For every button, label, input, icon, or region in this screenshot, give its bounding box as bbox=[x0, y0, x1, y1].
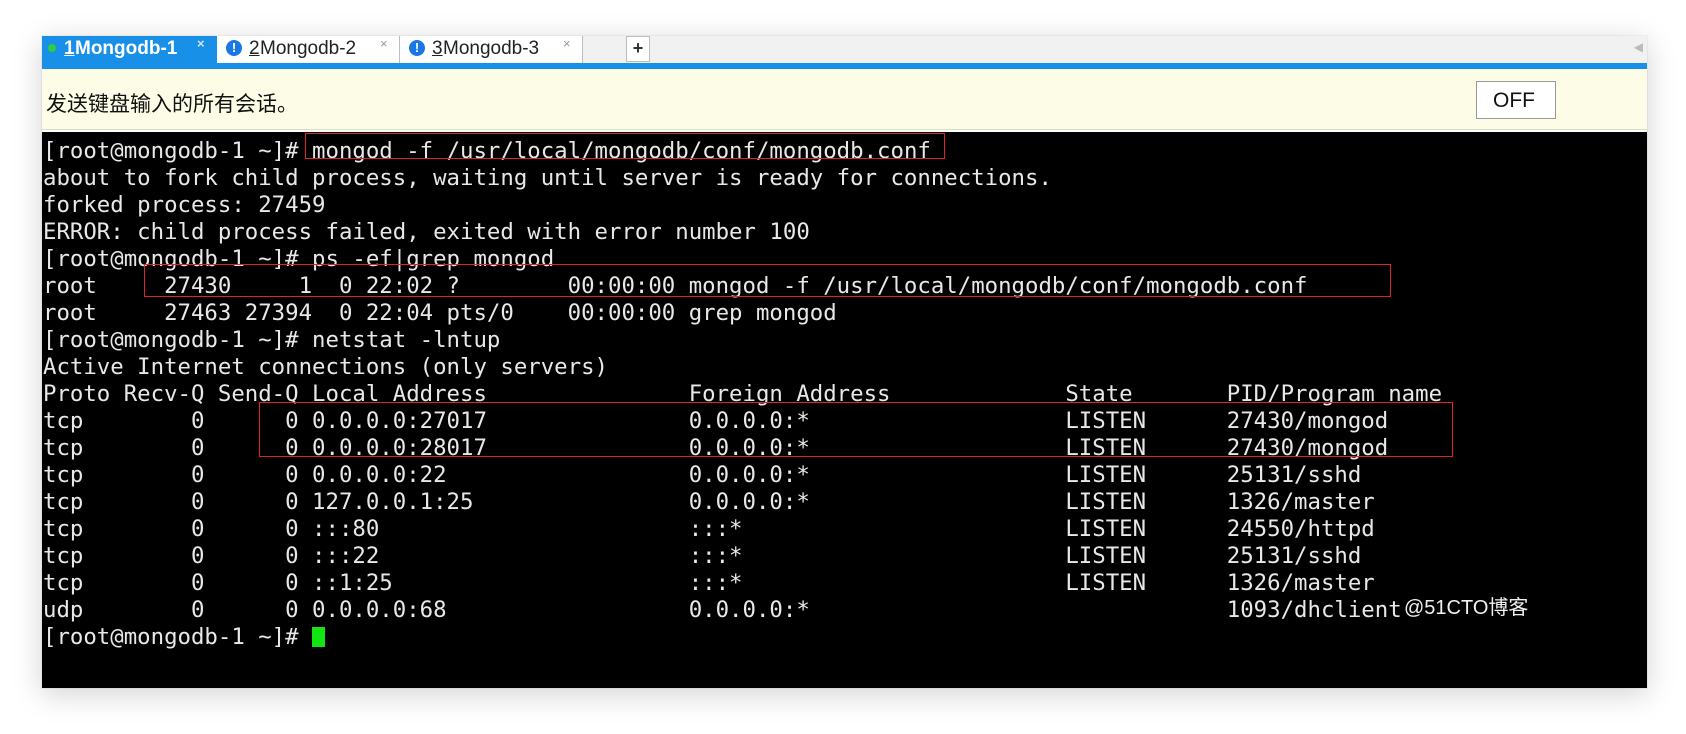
terminal-line: tcp 0 0 0.0.0.0:22 0.0.0.0:* LISTEN 2513… bbox=[43, 462, 1361, 489]
terminal-text: tcp 0 0 :::80 :::* LISTEN 24550/httpd bbox=[43, 516, 1375, 542]
terminal-text: [root@mongodb-1 ~]# bbox=[43, 138, 313, 164]
terminal-text: Active Internet connections (only server… bbox=[43, 354, 608, 380]
terminal-output[interactable]: [root@mongodb-1 ~]# mongod -f /usr/local… bbox=[42, 132, 1647, 688]
terminal-line: about to fork child process, waiting unt… bbox=[43, 165, 1052, 192]
terminal-cursor bbox=[312, 627, 326, 647]
tab-number: 1 bbox=[64, 38, 75, 59]
new-tab-button[interactable]: + bbox=[626, 36, 650, 62]
tab-mongodb-2[interactable]: ! 2 Mongodb-2 × bbox=[217, 36, 400, 63]
tab-number: 3 bbox=[432, 38, 443, 59]
terminal-text: ERROR: child process failed, exited with… bbox=[43, 219, 810, 245]
terminal-text: root 27463 27394 0 22:04 pts/0 00:00:00 … bbox=[43, 300, 837, 326]
terminal-text: about to fork child process, waiting unt… bbox=[43, 165, 1052, 191]
terminal-text: tcp 0 0 0.0.0.0:22 0.0.0.0:* LISTEN 2513… bbox=[43, 462, 1362, 488]
warning-icon: ! bbox=[409, 40, 425, 56]
warning-icon: ! bbox=[226, 40, 242, 56]
tab-label: Mongodb-2 bbox=[260, 38, 357, 59]
scroll-left-icon[interactable]: ◀ bbox=[1634, 40, 1643, 54]
terminal-line: Active Internet connections (only server… bbox=[43, 354, 608, 381]
highlight-box bbox=[305, 133, 945, 159]
terminal-text: tcp 0 0 :::22 :::* LISTEN 25131/sshd bbox=[43, 543, 1362, 569]
send-to-all-sessions-message: 发送键盘输入的所有会话。 bbox=[46, 93, 298, 116]
terminal-line: ERROR: child process failed, exited with… bbox=[43, 219, 810, 246]
terminal-text: tcp 0 0 127.0.0.1:25 0.0.0.0:* LISTEN 13… bbox=[43, 489, 1375, 515]
tab-mongodb-3[interactable]: ! 3 Mongodb-3 × bbox=[400, 36, 583, 63]
highlight-box bbox=[144, 264, 1391, 297]
terminal-line: [root@mongodb-1 ~]# bbox=[43, 624, 326, 651]
terminal-text: udp 0 0 0.0.0.0:68 0.0.0.0:* 1093/dhclie… bbox=[43, 597, 1402, 623]
terminal-text: tcp 0 0 ::1:25 :::* LISTEN 1326/master bbox=[43, 570, 1375, 596]
highlight-box bbox=[259, 402, 1453, 457]
tab-label: Mongodb-3 bbox=[443, 38, 540, 59]
close-tab-icon[interactable]: × bbox=[380, 36, 388, 51]
terminal-line: root 27463 27394 0 22:04 pts/0 00:00:00 … bbox=[43, 300, 837, 327]
terminal-line: tcp 0 0 127.0.0.1:25 0.0.0.0:* LISTEN 13… bbox=[43, 489, 1375, 516]
terminal-text: [root@mongodb-1 ~]# netstat -lntup bbox=[43, 327, 501, 353]
close-tab-icon[interactable]: × bbox=[197, 36, 205, 51]
tab-number: 2 bbox=[249, 38, 260, 59]
tab-label: Mongodb-1 bbox=[75, 38, 178, 59]
terminal-line: tcp 0 0 :::80 :::* LISTEN 24550/httpd bbox=[43, 516, 1375, 543]
terminal-line: udp 0 0 0.0.0.0:68 0.0.0.0:* 1093/dhclie… bbox=[43, 597, 1402, 624]
connected-status-icon bbox=[48, 44, 56, 52]
send-to-all-sessions-bar: 发送键盘输入的所有会话。 OFF bbox=[42, 69, 1647, 130]
terminal-text: [root@mongodb-1 ~]# bbox=[43, 624, 313, 650]
tab-bar: 1 Mongodb-1 × ! 2 Mongodb-2 × ! 3 Mongod… bbox=[42, 36, 1647, 63]
terminal-line: tcp 0 0 :::22 :::* LISTEN 25131/sshd bbox=[43, 543, 1361, 570]
close-tab-icon[interactable]: × bbox=[563, 36, 571, 51]
watermark: @51CTO博客 bbox=[1404, 597, 1529, 619]
terminal-app-window: 1 Mongodb-1 × ! 2 Mongodb-2 × ! 3 Mongod… bbox=[42, 36, 1647, 688]
send-to-all-toggle-button[interactable]: OFF bbox=[1476, 81, 1556, 119]
tab-mongodb-1[interactable]: 1 Mongodb-1 × bbox=[42, 36, 217, 63]
terminal-line: tcp 0 0 ::1:25 :::* LISTEN 1326/master bbox=[43, 570, 1375, 597]
terminal-line: forked process: 27459 bbox=[43, 192, 326, 219]
terminal-line: [root@mongodb-1 ~]# netstat -lntup bbox=[43, 327, 500, 354]
terminal-text: forked process: 27459 bbox=[43, 192, 326, 218]
